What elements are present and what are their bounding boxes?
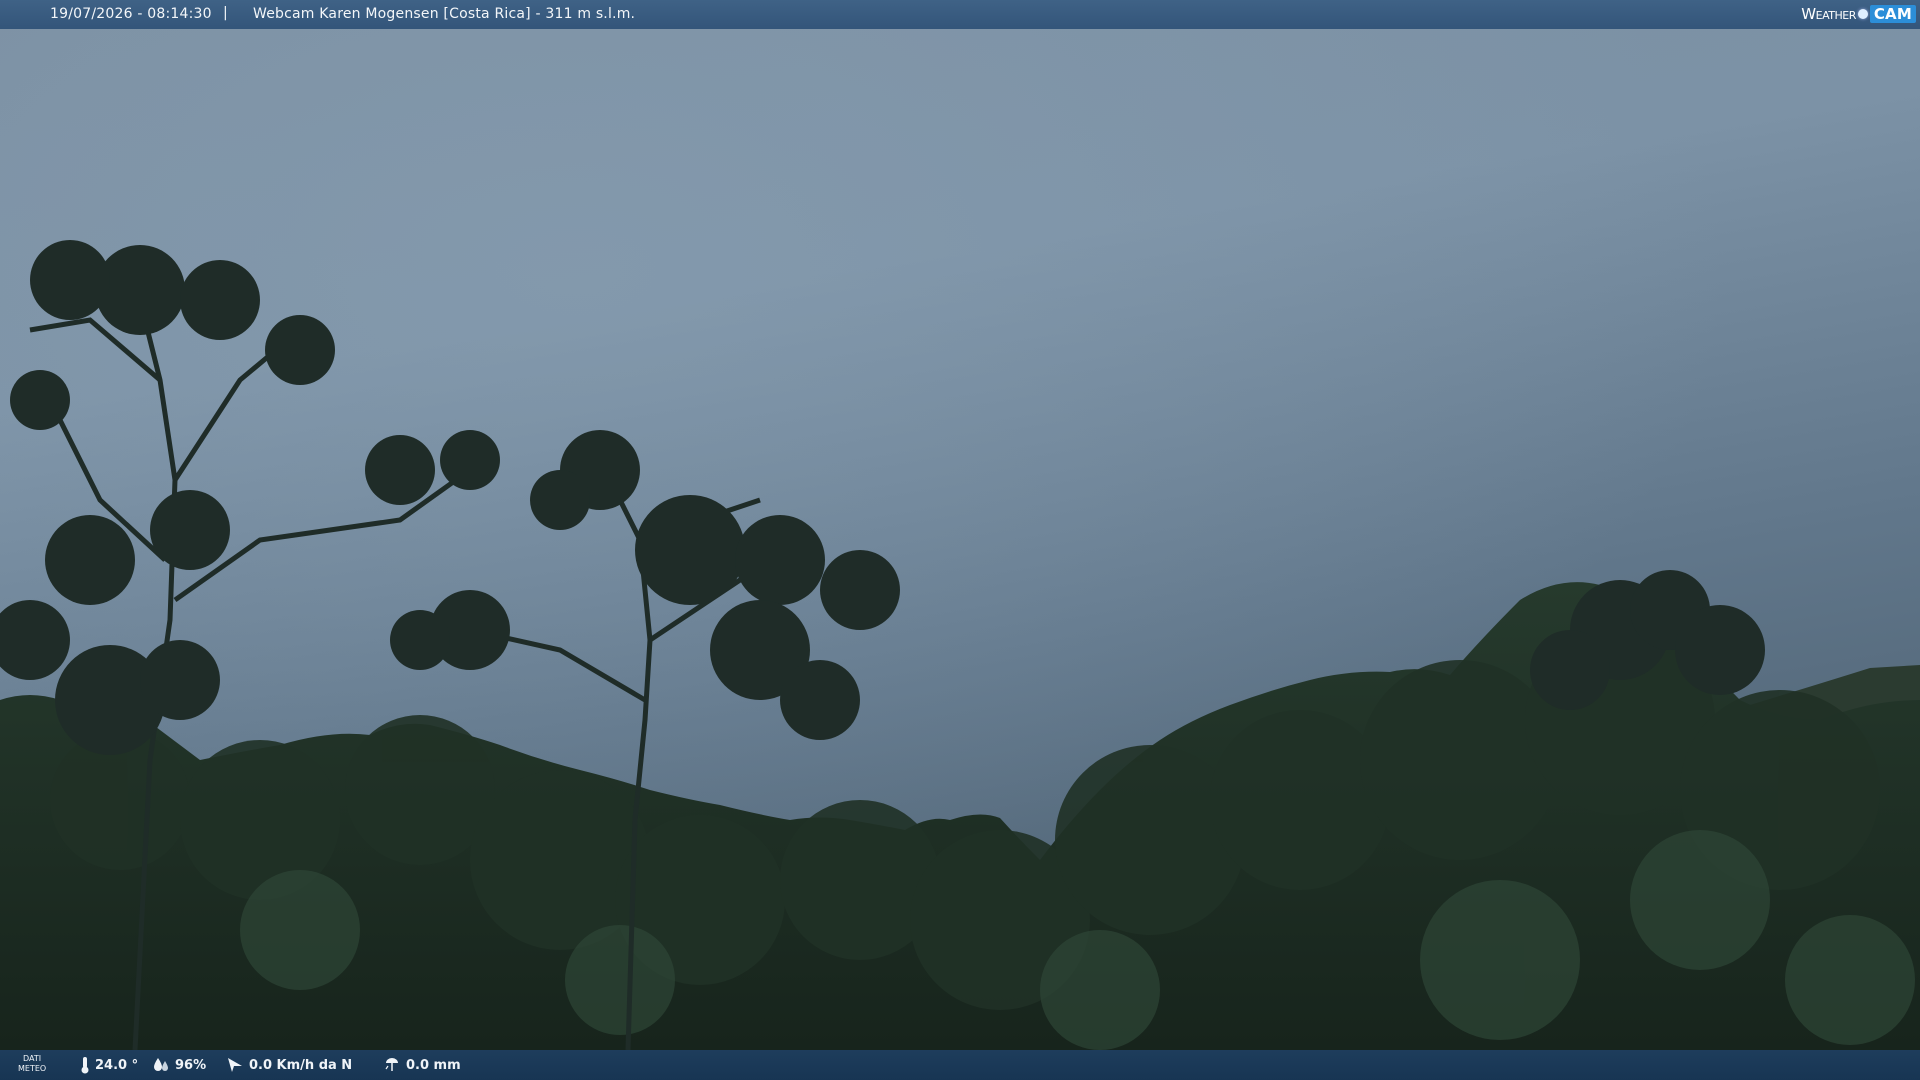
rain-icon [385, 1058, 398, 1071]
webcam-title: Webcam Karen Mogensen [Costa Rica] - 311… [253, 6, 636, 22]
top-info-bar: 19/07/2026 - 08:14:30 | Webcam Karen Mog… [0, 0, 1920, 29]
rain-value: 0.0 mm [406, 1057, 461, 1073]
weathercam-logo[interactable]: Weather CAM [1801, 3, 1916, 25]
webcam-scene [0, 0, 1920, 1080]
wind-value: 0.0 Km/h da N [249, 1057, 353, 1073]
dati-meteo-label: DATI METEO [18, 1054, 47, 1073]
wind-icon [228, 1058, 242, 1072]
datetime-label: 19/07/2026 - 08:14:30 [50, 6, 212, 22]
logo-weather-text: Weather [1801, 5, 1856, 23]
temperature-readout: 24.0 ° [80, 1050, 138, 1080]
temperature-value: 24.0 ° [95, 1057, 139, 1073]
logo-dot-icon [1857, 9, 1868, 19]
wind-readout: 0.0 Km/h da N [226, 1050, 352, 1080]
weather-data-bar: DATI METEO 24.0 ° 96% 0.0 Km/h da N 0.0 … [0, 1050, 1920, 1080]
rain-readout: 0.0 mm [383, 1050, 461, 1080]
humidity-value: 96% [175, 1057, 207, 1073]
thermometer-icon [81, 1057, 89, 1074]
humidity-icon [154, 1058, 168, 1071]
separator: | [223, 5, 228, 21]
logo-cam-text: CAM [1869, 5, 1916, 23]
humidity-readout: 96% [152, 1050, 206, 1080]
